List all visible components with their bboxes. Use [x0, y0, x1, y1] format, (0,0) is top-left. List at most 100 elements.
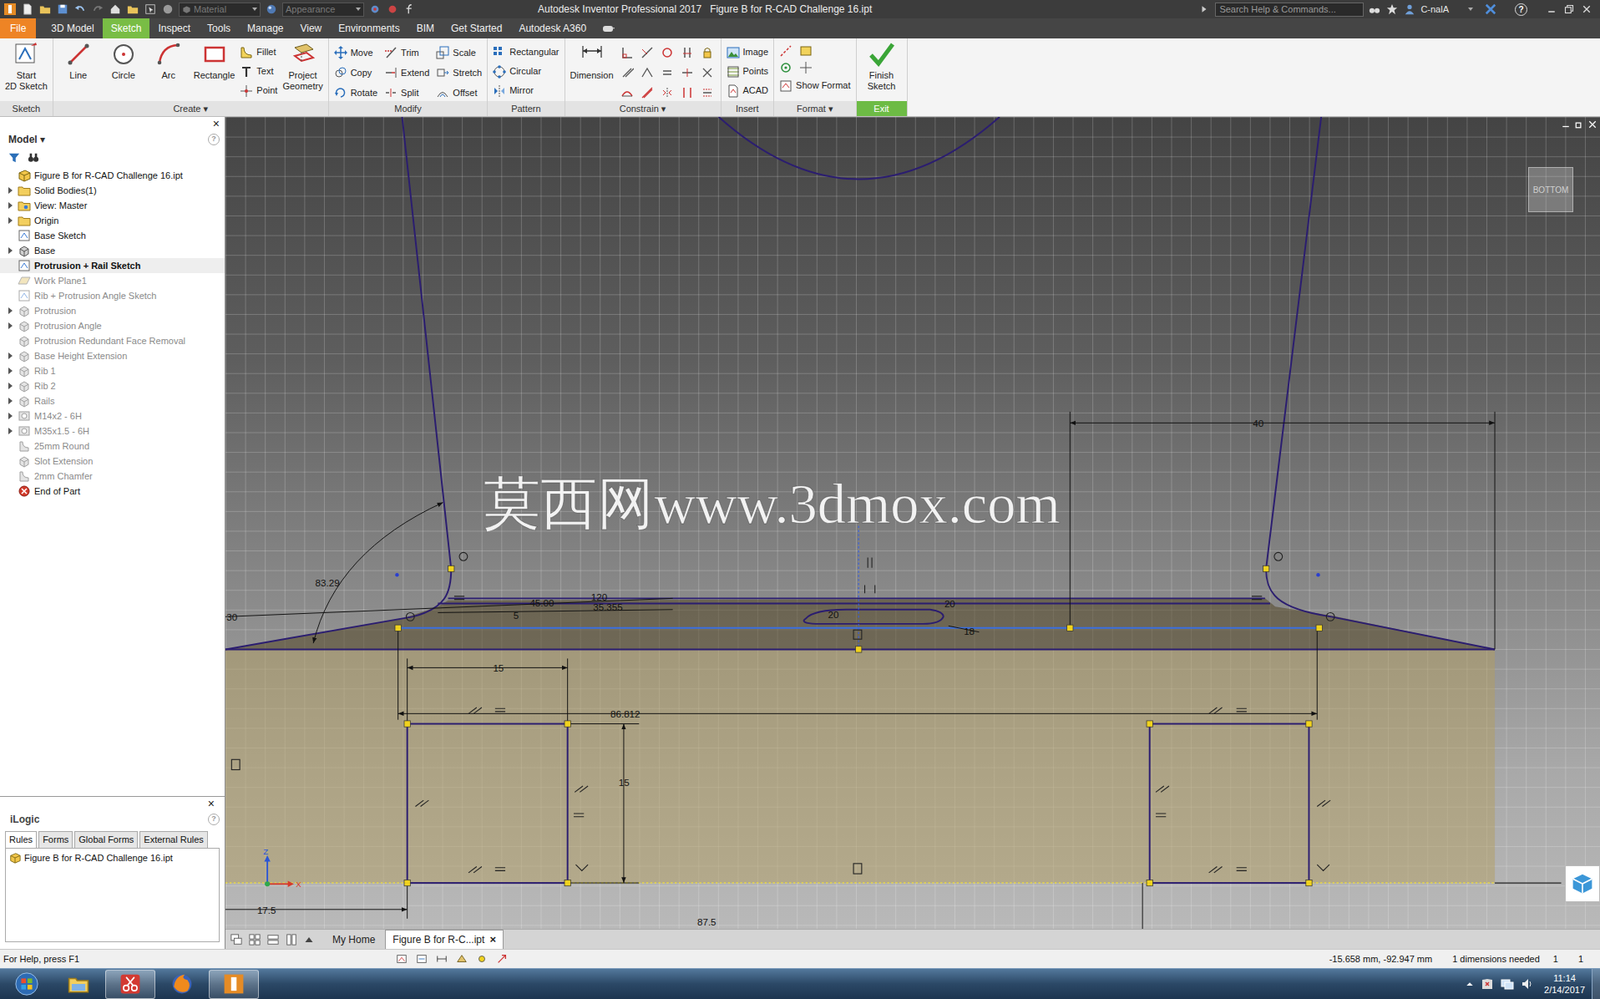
- modify-tool-button[interactable]: Trim: [384, 44, 430, 61]
- pattern-tool-button[interactable]: Rectangular: [492, 44, 559, 61]
- help-search-input[interactable]: [1215, 2, 1364, 17]
- insert-tool-button[interactable]: Image: [726, 44, 770, 61]
- ribbon-tab[interactable]: Environments: [329, 18, 408, 39]
- browser-item[interactable]: Work Plane1: [0, 273, 225, 289]
- browser-item[interactable]: 2mm Chamfer: [0, 468, 225, 484]
- view-cube[interactable]: BOTTOM: [1528, 167, 1574, 213]
- expand-arrow-icon[interactable]: [6, 307, 15, 315]
- expand-arrow-icon[interactable]: [6, 382, 15, 390]
- dimension-button[interactable]: Dimension: [570, 40, 614, 102]
- ribbon-tab[interactable]: Get Started: [442, 18, 511, 39]
- browser-item[interactable]: Protrusion Redundant Face Removal: [0, 333, 225, 349]
- expand-arrow-icon[interactable]: [6, 187, 15, 195]
- start-sketch-button[interactable]: Start2D Sketch: [5, 40, 48, 102]
- constraint-tool-icon[interactable]: [678, 64, 696, 82]
- save-icon[interactable]: [55, 2, 70, 16]
- constraint-status-icon[interactable]: [415, 952, 429, 965]
- constraint-tool-icon[interactable]: [698, 64, 716, 82]
- expand-arrow-icon[interactable]: [6, 202, 15, 210]
- point-button[interactable]: Point: [239, 82, 278, 99]
- update-icon[interactable]: [161, 2, 175, 16]
- browser-item[interactable]: Rails: [0, 393, 225, 409]
- graphics-canvas[interactable]: 83.29 30 45.00 120 35.355 5 20 20 18 40 …: [225, 116, 1600, 929]
- modify-tool-button[interactable]: Stretch: [435, 64, 482, 82]
- center-point-icon[interactable]: [779, 60, 793, 75]
- constraint-tool-icon[interactable]: [618, 84, 636, 102]
- expand-arrow-icon[interactable]: [6, 277, 15, 285]
- network-icon[interactable]: [1500, 977, 1514, 991]
- construction-icon[interactable]: [779, 44, 793, 58]
- ilogic-help-button[interactable]: ?: [207, 813, 220, 826]
- browser-item[interactable]: M14x2 - 6H: [0, 408, 225, 424]
- home-icon[interactable]: [108, 2, 122, 16]
- expand-arrow-icon[interactable]: [6, 442, 15, 451]
- sketch-profile[interactable]: [225, 116, 1495, 883]
- ribbon-tab[interactable]: Autodesk A360: [510, 18, 595, 39]
- select-icon[interactable]: [143, 2, 157, 16]
- rectangle-button[interactable]: Rectangle: [193, 40, 236, 102]
- restore-icon[interactable]: [1574, 120, 1584, 129]
- binoculars-icon[interactable]: [1367, 2, 1382, 16]
- expand-arrow-icon[interactable]: [6, 412, 15, 421]
- fillet-button[interactable]: Fillet: [239, 44, 278, 61]
- ilogic-tab[interactable]: External Rules: [139, 830, 208, 848]
- expand-arrow-icon[interactable]: [6, 232, 15, 240]
- help-button[interactable]: ?: [1514, 3, 1528, 16]
- app-logo-icon[interactable]: [3, 2, 17, 16]
- taskbar-app-button[interactable]: [105, 969, 156, 999]
- taskbar-app-button[interactable]: [53, 969, 104, 999]
- new-icon[interactable]: [20, 2, 35, 16]
- panel-label[interactable]: Create ▾: [53, 101, 329, 117]
- close-tab-button[interactable]: ×: [489, 931, 497, 948]
- constraint-tool-icon[interactable]: [658, 84, 676, 102]
- show-desktop-button[interactable]: [1591, 968, 1600, 999]
- constraint-tool-icon[interactable]: [638, 84, 656, 102]
- restore-icon[interactable]: [1562, 2, 1576, 16]
- show-hidden-icons-icon[interactable]: [1465, 979, 1474, 988]
- browser-item[interactable]: Rib + Protrusion Angle Sketch: [0, 288, 225, 304]
- constraint-tool-icon[interactable]: [698, 44, 716, 61]
- finish-sketch-button[interactable]: FinishSketch: [861, 40, 902, 102]
- expand-arrow-icon[interactable]: [6, 487, 15, 496]
- ribbon-tab[interactable]: Manage: [238, 18, 292, 39]
- modify-tool-button[interactable]: Extend: [384, 64, 430, 82]
- ribbon-tab[interactable]: Inspect: [149, 18, 199, 39]
- ribbon-tab[interactable]: View: [291, 18, 330, 39]
- material-dropdown[interactable]: Material: [178, 2, 261, 17]
- tile-icon[interactable]: [248, 933, 261, 946]
- browser-item[interactable]: Rib 2: [0, 378, 225, 394]
- expand-arrow-icon[interactable]: [6, 322, 15, 330]
- open-icon[interactable]: [38, 2, 52, 16]
- close-ilogic-button[interactable]: ×: [207, 794, 215, 813]
- modify-tool-button[interactable]: Split: [384, 84, 430, 102]
- star-icon[interactable]: [1385, 2, 1399, 16]
- constraint-tool-icon[interactable]: [638, 44, 656, 61]
- constraint-tool-icon[interactable]: [658, 44, 676, 61]
- clock[interactable]: 11:142/14/2017: [1537, 972, 1592, 996]
- browser-item[interactable]: Base Height Extension: [0, 348, 225, 364]
- start-button[interactable]: [1, 969, 52, 999]
- modify-tool-button[interactable]: Move: [334, 44, 378, 61]
- clear-icon[interactable]: [385, 2, 400, 16]
- panel-label[interactable]: Constrain ▾: [565, 101, 721, 117]
- ribbon-tab[interactable]: 3D Model: [42, 18, 102, 39]
- modify-tool-button[interactable]: Copy: [334, 64, 378, 82]
- tile-vertical-icon[interactable]: [285, 933, 298, 946]
- show-format-button[interactable]: Show Format: [779, 77, 851, 94]
- constraint-tool-icon[interactable]: [638, 64, 656, 82]
- sketch-points[interactable]: [394, 565, 1322, 886]
- pattern-tool-button[interactable]: Circular: [492, 63, 559, 80]
- tile-horizontal-icon[interactable]: [267, 933, 279, 946]
- search-arrow-icon[interactable]: [1197, 2, 1211, 16]
- minimize-icon[interactable]: [1561, 120, 1570, 129]
- expand-arrow-icon[interactable]: [6, 172, 15, 180]
- ribbon-tab[interactable]: Sketch: [102, 18, 151, 39]
- ribbon-options-icon[interactable]: [601, 18, 615, 39]
- undo-icon[interactable]: [73, 2, 87, 16]
- binoculars-icon[interactable]: [26, 151, 41, 164]
- browser-item[interactable]: Rib 1: [0, 363, 225, 379]
- browser-item[interactable]: Figure B for R-CAD Challenge 16.ipt: [0, 167, 225, 183]
- filter-icon[interactable]: [8, 151, 21, 164]
- fx-icon[interactable]: [403, 2, 417, 16]
- expand-arrow-icon[interactable]: [6, 292, 15, 300]
